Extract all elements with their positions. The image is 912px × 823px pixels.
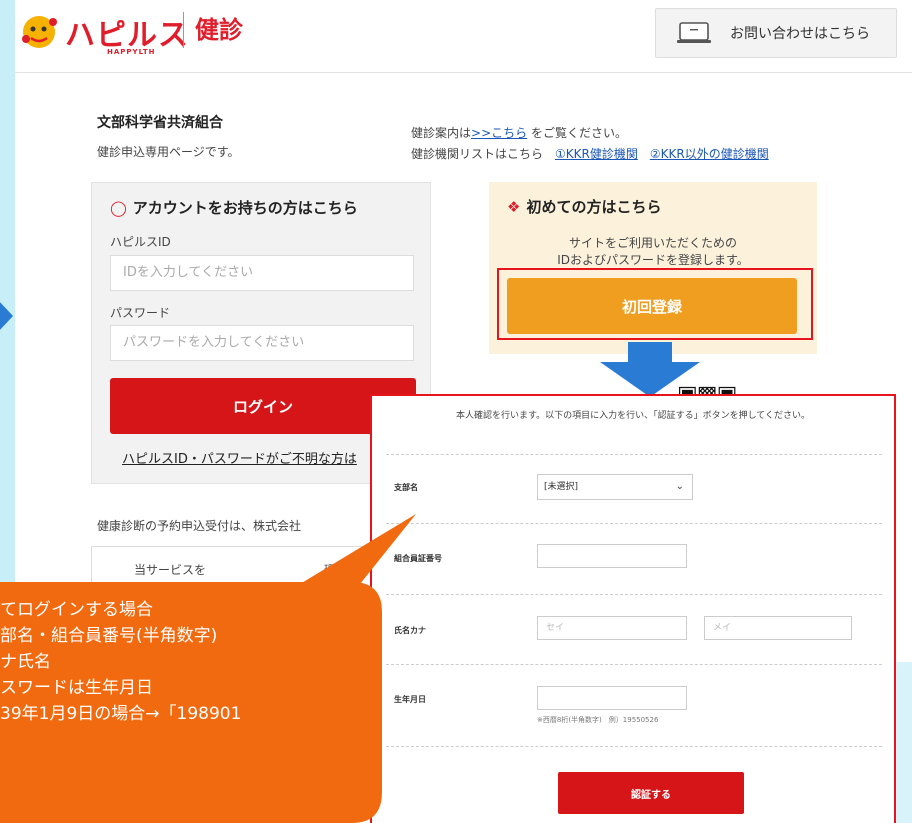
org-name: 文部科学省共済組合 bbox=[97, 115, 223, 131]
person-icon: ◯ bbox=[110, 199, 127, 217]
forgot-credentials-link[interactable]: ハピルスID・パスワードがご不明な方は bbox=[122, 448, 357, 467]
header: ハピルス HAPPYLTH 健診 お問い合わせはこちら bbox=[15, 0, 912, 73]
down-arrow-icon bbox=[600, 342, 700, 397]
branch-select[interactable]: [未選択] ⌄ bbox=[537, 474, 693, 500]
id-label: ハピルスID bbox=[110, 235, 171, 249]
member-number-input[interactable] bbox=[537, 544, 687, 568]
branch-label: 支部名 bbox=[394, 483, 418, 492]
row-divider bbox=[386, 594, 882, 595]
callout-text: てログインする場合 部名・組合員番号(半角数字) ナ氏名 スワードは生年月日 3… bbox=[0, 597, 380, 727]
org-subtitle: 健診申込専用ページです。 bbox=[97, 145, 240, 159]
logo-divider bbox=[183, 12, 184, 48]
callout-line: 部名・組合員番号(半角数字) bbox=[0, 626, 218, 646]
contact-label: お問い合わせはこちら bbox=[730, 26, 870, 42]
password-input[interactable]: パスワードを入力してください bbox=[110, 325, 414, 361]
first-time-desc-2: IDおよびパスワードを登録します。 bbox=[557, 253, 749, 267]
guide-suffix: をご覧ください。 bbox=[527, 126, 627, 140]
first-time-title-text: 初めての方はこちら bbox=[526, 198, 662, 216]
callout-line: 39年1月9日の場合→「198901 bbox=[0, 704, 242, 724]
first-time-desc-1: サイトをご利用いただくための bbox=[568, 236, 737, 250]
birthdate-hint: ※西暦8桁(半角数字) 例）19550526 bbox=[537, 716, 659, 724]
login-title-text: アカウントをお持ちの方はこちら bbox=[132, 199, 358, 217]
kana-mei-input[interactable]: メイ bbox=[704, 616, 852, 640]
chevron-down-icon: ⌄ bbox=[675, 481, 684, 492]
brand-kenshin: 健診 bbox=[195, 16, 243, 44]
brand-logo-subtext: HAPPYLTH bbox=[107, 48, 156, 56]
kkr-facility-link[interactable]: ①KKR健診機関 bbox=[555, 147, 638, 161]
login-title: ◯ アカウントをお持ちの方はこちら bbox=[110, 197, 358, 218]
mascot-logo-icon bbox=[22, 16, 57, 48]
kana-sei-input[interactable]: セイ bbox=[537, 616, 687, 640]
register-button[interactable]: 初回登録 bbox=[507, 278, 797, 334]
callout-line: ナ氏名 bbox=[0, 652, 51, 672]
guide-prefix: 健診案内は bbox=[411, 126, 472, 140]
branch-selected: [未選択] bbox=[544, 482, 579, 492]
row-divider bbox=[386, 746, 882, 747]
laptop-icon bbox=[677, 22, 711, 43]
birthdate-input[interactable] bbox=[537, 686, 687, 710]
guide-link[interactable]: >>こちら bbox=[471, 126, 527, 140]
contact-button[interactable]: お問い合わせはこちら bbox=[655, 8, 897, 58]
list-prefix: 健診機関リストはこちら bbox=[411, 147, 556, 161]
first-time-panel: ❖ 初めての方はこちら サイトをご利用いただくための IDおよびパスワードを登録し… bbox=[489, 182, 817, 354]
id-input[interactable]: IDを入力してください bbox=[110, 255, 414, 291]
facility-list-text: 健診機関リストはこちら ①KKR健診機関 ②KKR以外の健診機関 bbox=[411, 145, 769, 162]
verification-instruction: 本人確認を行います。以下の項目に入力を行い、「認証する」ボタンを押してください。 bbox=[455, 411, 811, 421]
callout-line: スワードは生年月日 bbox=[0, 678, 153, 698]
book-icon: ❖ bbox=[507, 198, 521, 216]
row-divider bbox=[386, 523, 882, 524]
verify-button[interactable]: 認証する bbox=[558, 772, 744, 814]
left-arrow-icon bbox=[0, 302, 13, 330]
guide-text: 健診案内は>>こちら をご覧ください。 bbox=[411, 124, 627, 141]
row-divider bbox=[386, 454, 882, 455]
non-kkr-facility-link[interactable]: ②KKR以外の健診機関 bbox=[650, 147, 769, 161]
verification-panel: 本人確認を行います。以下の項目に入力を行い、「認証する」ボタンを押してください。… bbox=[370, 394, 896, 823]
callout-line: てログインする場合 bbox=[0, 600, 153, 620]
first-time-title: ❖ 初めての方はこちら bbox=[507, 196, 661, 217]
password-label: パスワード bbox=[110, 306, 171, 320]
row-divider bbox=[386, 664, 882, 665]
